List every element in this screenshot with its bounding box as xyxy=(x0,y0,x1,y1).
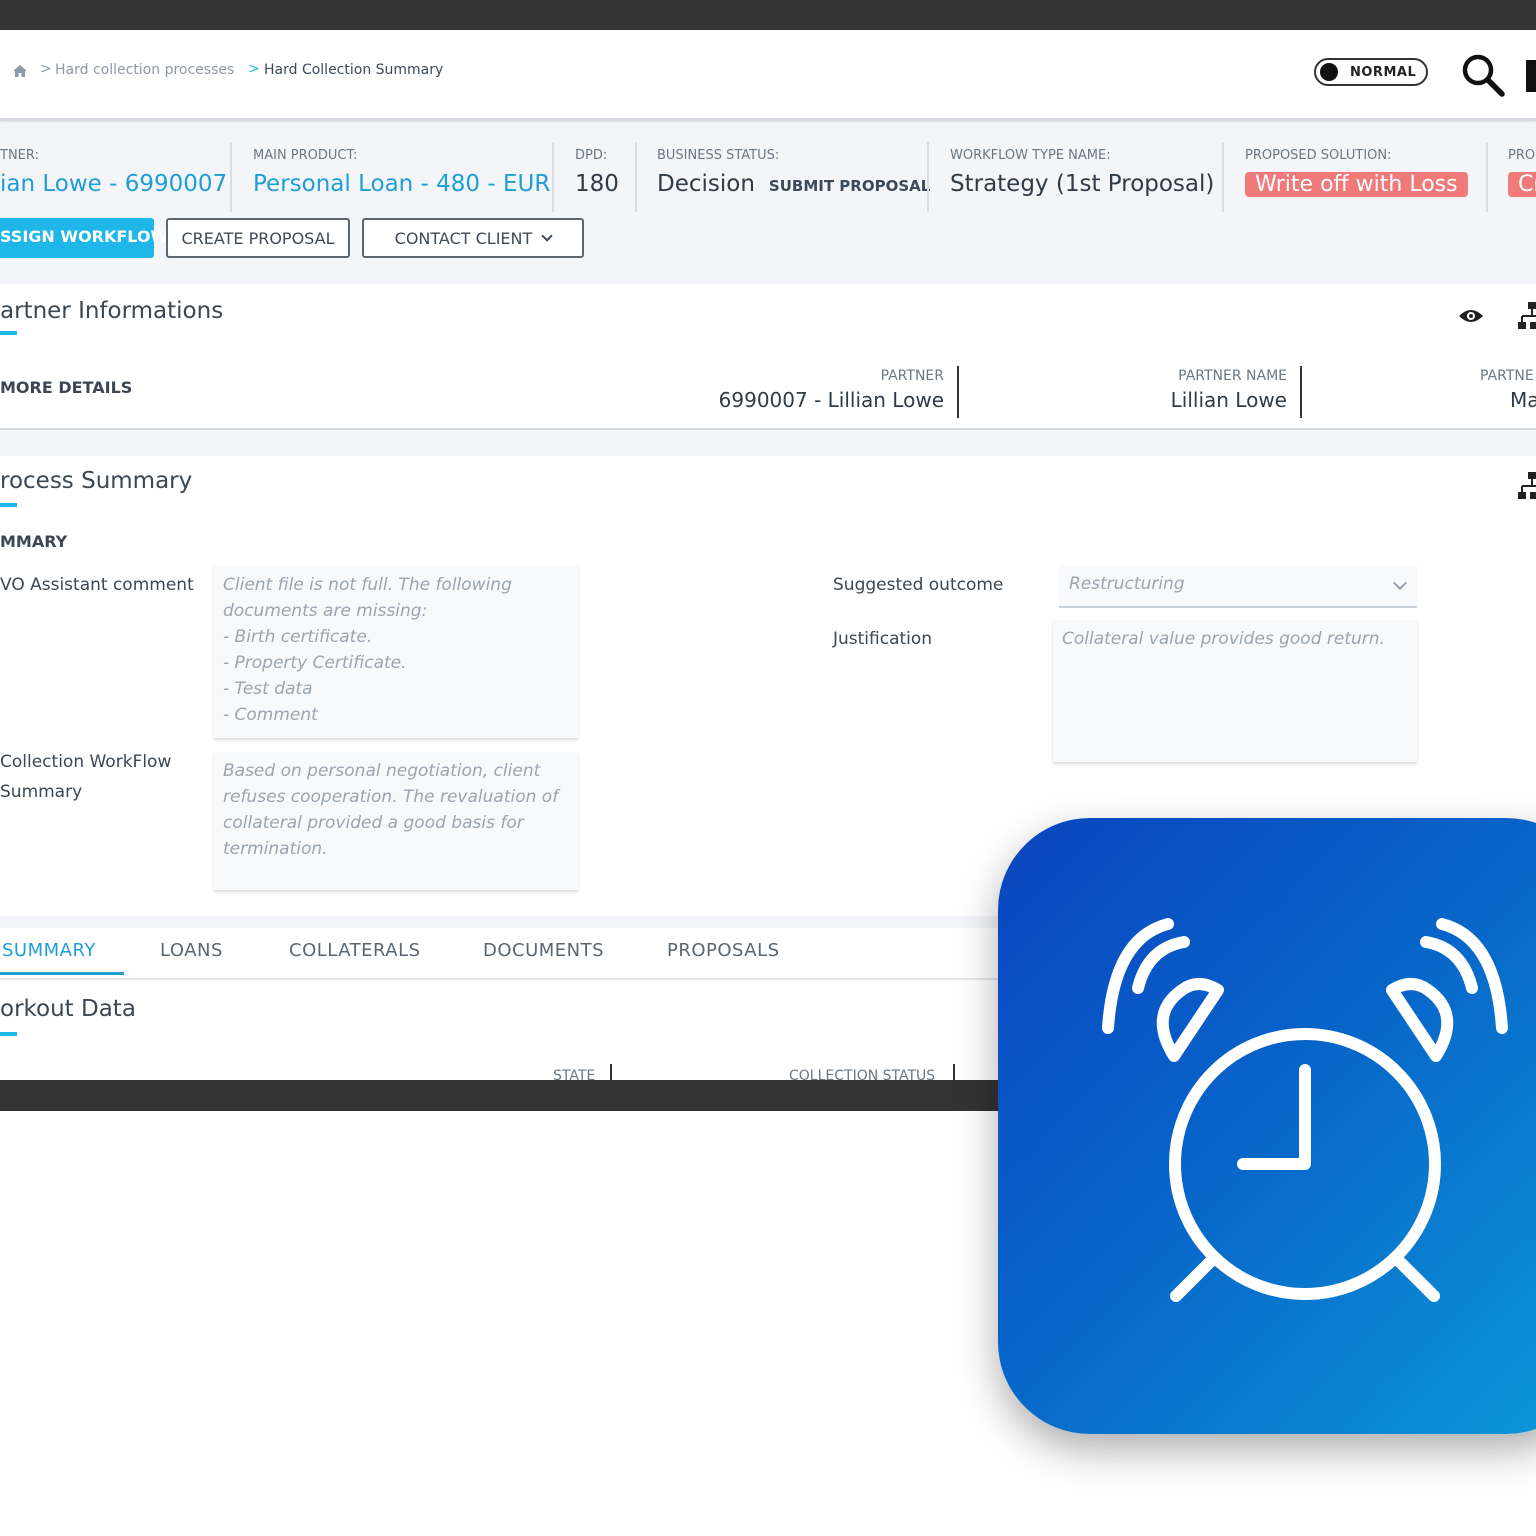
proposed-solution-info: PROPOSED SOLUTION: Write off with Loss xyxy=(1245,148,1468,197)
divider xyxy=(957,366,959,418)
wo-comment-textarea[interactable]: Client file is not full. The following d… xyxy=(214,566,578,738)
divider xyxy=(1486,142,1488,212)
partner-name-field: PARTNER NAME Lillian Lowe xyxy=(1171,368,1287,412)
wo-comment-label: VO Assistant comment xyxy=(0,575,194,595)
mode-label: NORMAL xyxy=(1350,65,1417,80)
summary-section-heading: MMARY xyxy=(0,532,68,551)
title-underline xyxy=(0,1032,17,1036)
proposed-solution-badge: Write off with Loss xyxy=(1245,172,1468,197)
column-header-state: STATE xyxy=(553,1068,596,1080)
hierarchy-icon[interactable] xyxy=(1518,472,1536,500)
alarm-clock-icon xyxy=(1102,918,1508,1302)
eye-icon[interactable] xyxy=(1458,308,1484,324)
tab-summary[interactable]: SUMMARY xyxy=(2,940,96,961)
business-status-value: Decision xyxy=(657,171,755,197)
mode-toggle[interactable]: NORMAL xyxy=(1314,58,1428,86)
toggle-knob xyxy=(1320,63,1338,81)
dpd-label: DPD: xyxy=(575,148,608,163)
monitor-bezel-top xyxy=(0,0,1536,30)
partner-info: TNER: ian Lowe - 6990007 xyxy=(0,148,227,197)
chevron-down-icon xyxy=(1392,575,1408,591)
contact-client-label: CONTACT CLIENT xyxy=(394,229,533,248)
partner-link[interactable]: ian Lowe - 6990007 xyxy=(0,171,227,197)
partner-extra-field: PARTNE Ma xyxy=(1480,368,1536,412)
workflow-type-label: WORKFLOW TYPE NAME: xyxy=(950,148,1111,163)
breadcrumb-current-page: Hard Collection Summary xyxy=(264,62,444,78)
create-proposal-button[interactable]: CREATE PROPOSAL xyxy=(166,218,350,258)
suggested-outcome-label: Suggested outcome xyxy=(833,575,1004,595)
extra-label: PRO xyxy=(1508,148,1536,163)
divider xyxy=(230,142,232,212)
column-header-collection-status: COLLECTION STATUS xyxy=(789,1068,936,1080)
workflow-summary-label: Collection WorkFlow xyxy=(0,752,172,772)
breadcrumb-hard-collection-processes[interactable]: Hard collection processes xyxy=(55,62,234,78)
contact-client-button[interactable]: CONTACT CLIENT xyxy=(362,218,584,258)
business-status-info: BUSINESS STATUS: Decision SUBMIT PROPOSAL xyxy=(657,148,930,197)
extra-badge: Cr xyxy=(1508,172,1536,197)
field-value: 6990007 - Lillian Lowe xyxy=(718,388,944,412)
chevron-down-icon xyxy=(541,230,554,242)
active-tab-indicator xyxy=(0,972,124,975)
main-product-link[interactable]: Personal Loan - 480 - EUR xyxy=(253,171,550,197)
title-underline xyxy=(0,503,17,507)
title-underline xyxy=(0,331,17,335)
suggested-outcome-value: Restructuring xyxy=(1069,574,1185,594)
partner-info-panel: artner Informations MORE DETAILS PARTNER… xyxy=(0,284,1536,430)
business-status-label: BUSINESS STATUS: xyxy=(657,148,780,163)
main-product-info: MAIN PRODUCT: Personal Loan - 480 - EUR xyxy=(253,148,550,197)
divider xyxy=(635,142,637,212)
suggested-outcome-select[interactable]: Restructuring xyxy=(1059,566,1417,608)
divider xyxy=(927,142,929,212)
justification-label: Justification xyxy=(833,629,933,649)
field-value: Lillian Lowe xyxy=(1170,388,1287,412)
dpd-info: DPD: 180 xyxy=(575,148,619,197)
divider xyxy=(610,1064,612,1080)
extra-info: PRO Cr xyxy=(1508,148,1536,197)
assign-workflow-button[interactable]: SSIGN WORKFLOW xyxy=(0,218,168,258)
hierarchy-icon[interactable] xyxy=(1518,302,1536,330)
tab-collaterals[interactable]: COLLATERALS xyxy=(289,940,421,961)
main-product-label: MAIN PRODUCT: xyxy=(253,148,358,163)
workflow-type-value: Strategy (1st Proposal) xyxy=(950,171,1215,197)
breadcrumb-separator: > xyxy=(40,61,52,77)
tab-proposals[interactable]: PROPOSALS xyxy=(667,940,780,961)
field-label: PARTNE xyxy=(1480,368,1534,384)
panel-title: artner Informations xyxy=(0,298,224,324)
workflow-summary-textarea[interactable]: Based on personal negotiation, client re… xyxy=(214,752,578,890)
top-bar: > Hard collection processes > Hard Colle… xyxy=(0,30,1536,121)
field-label: PARTNER NAME xyxy=(1178,368,1287,384)
workflow-summary-label: Summary xyxy=(0,782,83,802)
home-icon[interactable] xyxy=(12,64,28,78)
more-details-toggle[interactable]: MORE DETAILS xyxy=(0,378,132,397)
proposed-solution-label: PROPOSED SOLUTION: xyxy=(1245,148,1392,163)
divider xyxy=(552,142,554,212)
tab-documents[interactable]: DOCUMENTS xyxy=(483,940,604,961)
field-label: PARTNER xyxy=(880,368,944,384)
panel-title: rocess Summary xyxy=(0,468,193,494)
partner-field: PARTNER 6990007 - Lillian Lowe xyxy=(719,368,944,412)
divider xyxy=(953,1064,955,1080)
business-status-sub: SUBMIT PROPOSAL xyxy=(768,177,931,195)
app-icon xyxy=(998,818,1536,1434)
dpd-value: 180 xyxy=(575,171,619,197)
field-value: Ma xyxy=(1510,388,1536,412)
business-status-row: Decision SUBMIT PROPOSAL xyxy=(657,171,930,197)
workflow-type-info: WORKFLOW TYPE NAME: Strategy (1st Propos… xyxy=(950,148,1214,197)
tab-loans[interactable]: LOANS xyxy=(160,940,223,961)
breadcrumb-separator: > xyxy=(248,61,260,77)
partner-label: TNER: xyxy=(0,148,39,163)
divider xyxy=(1222,142,1224,212)
panel-title: orkout Data xyxy=(0,996,136,1022)
search-icon[interactable] xyxy=(1460,52,1506,98)
exit-icon[interactable] xyxy=(1526,60,1536,92)
justification-textarea[interactable]: Collateral value provides good return. xyxy=(1053,620,1417,762)
divider xyxy=(1300,366,1302,418)
